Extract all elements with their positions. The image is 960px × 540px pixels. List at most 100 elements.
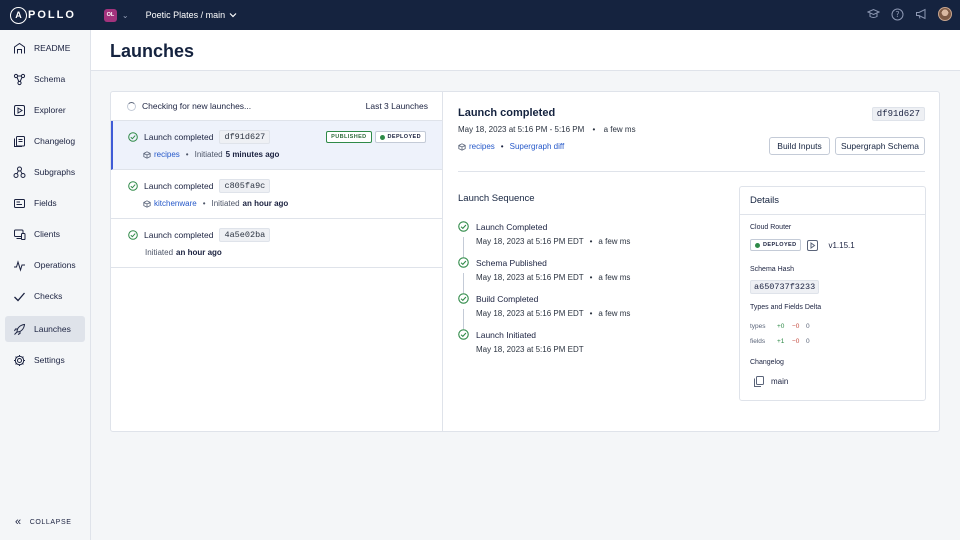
fields-label: fields (750, 338, 766, 345)
sidebar-item-launches[interactable]: Launches (5, 316, 85, 342)
separator-dot: • (185, 150, 189, 159)
sequence-step-title: Schema Published (476, 257, 547, 268)
sidebar-item-fields[interactable]: Fields (5, 190, 85, 216)
double-chevron-left-icon: « (15, 516, 22, 528)
sidebar-item-label: Clients (34, 229, 60, 239)
sidebar-item-explorer[interactable]: Explorer (5, 97, 85, 123)
check-circle-icon (128, 132, 138, 142)
graph-switcher[interactable]: Poetic Plates / main (146, 10, 238, 20)
clients-icon (14, 229, 26, 240)
changelog-link[interactable]: main (754, 376, 788, 387)
launch-row[interactable]: Launch completed df91d627 recipes • Init… (111, 121, 442, 170)
sidebar-item-settings[interactable]: Settings (5, 347, 85, 373)
sidebar-item-subgraphs[interactable]: Subgraphs (5, 159, 85, 185)
readme-icon (14, 42, 25, 53)
sidebar-item-operations[interactable]: Operations (5, 252, 85, 278)
fields-added: +1 (777, 338, 785, 345)
detail-time: May 18, 2023 at 5:16 PM - 5:16 PM • a fe… (458, 125, 636, 134)
schema-icon (13, 73, 26, 85)
initiated-label: Initiated (194, 150, 223, 159)
sidebar-item-label: Schema (34, 74, 66, 84)
separator-dot: • (589, 237, 593, 246)
details-title: Details (750, 195, 780, 206)
sequence-title: Launch Sequence (458, 193, 535, 204)
deployed-badge-label: DEPLOYED (763, 242, 797, 248)
separator-dot: • (589, 309, 593, 318)
sequence-step-ago: a few ms (598, 309, 631, 318)
spinner-icon (127, 102, 136, 112)
cloud-router-label: Cloud Router (750, 224, 792, 231)
sidebar-item-label: Explorer (34, 105, 66, 115)
org-avatar[interactable]: OL (103, 8, 117, 22)
launch-status: Checking for new launches... (127, 101, 251, 112)
detail-links: recipes • Supergraph diff (458, 142, 564, 151)
supergraph-diff-link[interactable]: Supergraph diff (510, 142, 565, 151)
sidebar-item-label: Fields (34, 198, 57, 208)
build-inputs-button[interactable]: Build Inputs (769, 137, 830, 155)
fields-icon (14, 198, 25, 208)
apollo-logo[interactable]: A POLLO (10, 6, 76, 24)
sidebar-item-readme[interactable]: README (5, 35, 85, 61)
cube-icon (458, 142, 466, 151)
operations-icon (14, 259, 25, 272)
separator-dot: • (589, 273, 593, 282)
launch-hash: 4a5e02ba (219, 228, 271, 242)
launch-hash: c805fa9c (219, 179, 271, 193)
sidebar-item-label: Operations (34, 260, 76, 270)
check-circle-icon (128, 230, 138, 240)
check-circle-icon (128, 181, 138, 191)
divider (740, 214, 925, 215)
types-added: +0 (777, 323, 785, 330)
main-content: Launches Checking for new launches... La… (91, 30, 960, 540)
sequence-item: Launch Initiated May 18, 2023 at 5:16 PM… (458, 329, 584, 354)
fields-changed: 0 (806, 338, 810, 345)
launches-icon (14, 323, 26, 335)
play-icon[interactable] (807, 239, 819, 251)
sidebar-item-checks[interactable]: Checks (5, 283, 85, 309)
initiated-label: Initiated (211, 199, 240, 208)
sequence-step-time: May 18, 2023 at 5:16 PM EDT (476, 345, 584, 354)
launch-row[interactable]: Launch completed c805fa9c kitchenware • … (111, 170, 442, 219)
sequence-item: Schema Published May 18, 2023 at 5:16 PM… (458, 257, 630, 282)
sequence-step-time: May 18, 2023 at 5:16 PM EDT (476, 237, 584, 246)
subgraphs-icon (13, 166, 26, 178)
sidebar-item-label: Checks (34, 291, 63, 301)
schema-hash-label: Schema Hash (750, 266, 794, 273)
help-icon[interactable]: ? (890, 7, 904, 21)
sidebar-item-label: Subgraphs (34, 167, 76, 177)
subgraph-link[interactable]: kitchenware (154, 199, 197, 208)
separator-dot: • (202, 199, 206, 208)
sidebar-item-schema[interactable]: Schema (5, 66, 85, 92)
collapse-button[interactable]: « COLLAPSE (15, 516, 71, 528)
launch-row[interactable]: Launch completed 4a5e02ba Initiated an h… (111, 219, 442, 268)
detail-time-range: May 18, 2023 at 5:16 PM - 5:16 PM (458, 125, 585, 134)
user-avatar[interactable] (938, 7, 952, 21)
subgraph-link[interactable]: recipes (154, 150, 180, 159)
details-card: Details Cloud Router DEPLOYED v1.15.1 Sc… (739, 186, 926, 401)
sequence-step-time: May 18, 2023 at 5:16 PM EDT (476, 273, 584, 282)
sequence-step-ago: a few ms (598, 237, 631, 246)
cube-icon (143, 150, 151, 159)
chevron-down-icon (229, 13, 237, 18)
sidebar-item-label: Launches (34, 324, 71, 334)
check-circle-icon (458, 329, 469, 340)
changelog-icon (754, 376, 764, 387)
initiated-time: an hour ago (242, 199, 289, 208)
supergraph-schema-button[interactable]: Supergraph Schema (835, 137, 925, 155)
launch-title: Launch completed (144, 181, 214, 191)
status-dot-icon (379, 134, 385, 140)
sequence-step-time: May 18, 2023 at 5:16 PM EDT (476, 309, 584, 318)
types-removed: −0 (792, 323, 800, 330)
sidebar-item-changelog[interactable]: Changelog (5, 128, 85, 154)
changelog-label: Changelog (750, 359, 784, 366)
subgraph-link[interactable]: recipes (469, 142, 495, 151)
megaphone-icon[interactable] (914, 7, 928, 21)
sidebar-item-clients[interactable]: Clients (5, 221, 85, 247)
launches-panel: Checking for new launches... Last 3 Laun… (110, 91, 940, 432)
launch-list: Checking for new launches... Last 3 Laun… (111, 92, 443, 431)
cube-icon (143, 199, 151, 208)
chevron-down-icon[interactable]: ⌄ (122, 11, 129, 20)
launch-list-header: Checking for new launches... Last 3 Laun… (111, 92, 442, 121)
published-badge: PUBLISHED (326, 131, 372, 143)
graduation-cap-icon[interactable] (866, 7, 880, 21)
